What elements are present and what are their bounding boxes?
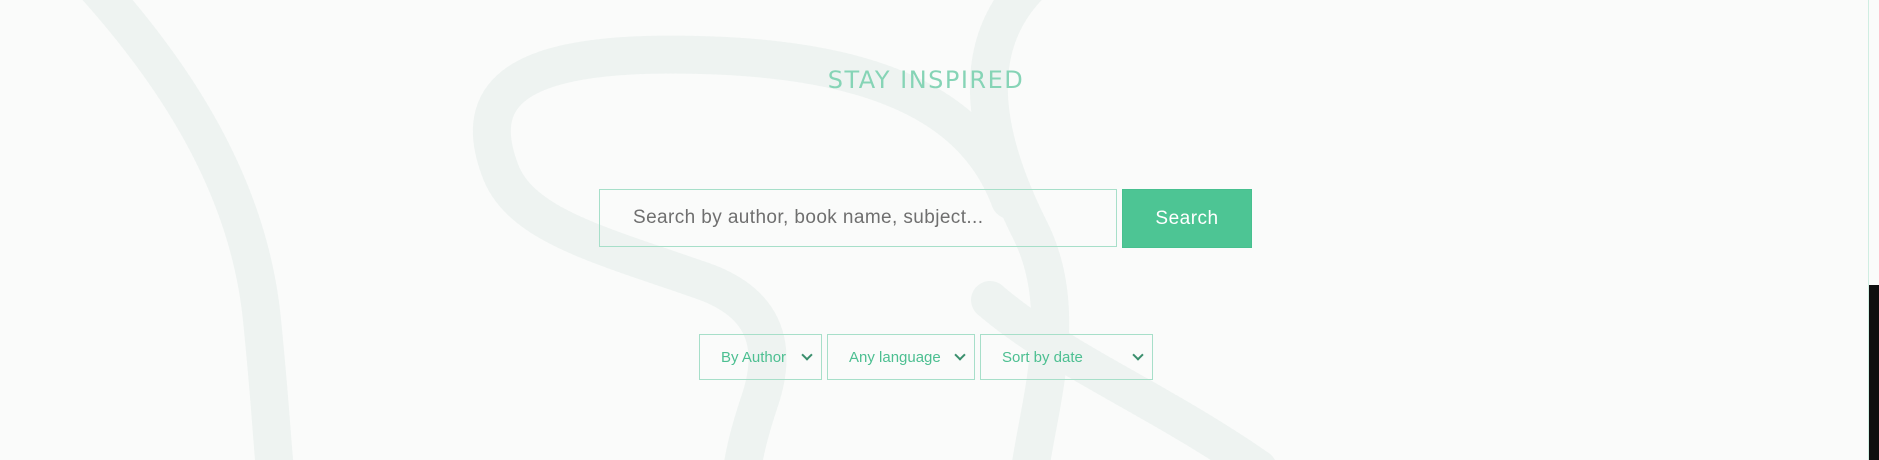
chevron-down-icon xyxy=(801,349,813,361)
filter-by-author-value: By Author xyxy=(721,348,787,366)
search-button[interactable]: Search xyxy=(1122,189,1252,248)
sort-select-value: Sort by date xyxy=(1002,348,1083,366)
page-heading: STAY INSPIRED xyxy=(827,66,1025,94)
sort-select[interactable]: Sort by date xyxy=(980,334,1153,380)
scrollbar-thumb[interactable] xyxy=(1869,285,1879,460)
language-select[interactable]: Any language xyxy=(827,334,975,380)
chevron-down-icon xyxy=(1132,349,1144,361)
language-select-value: Any language xyxy=(849,348,941,366)
page: STAY INSPIRED Search By Author Any langu… xyxy=(0,0,1879,460)
chevron-down-icon xyxy=(954,349,966,361)
filter-by-author-select[interactable]: By Author xyxy=(699,334,822,380)
search-input[interactable] xyxy=(599,189,1117,247)
